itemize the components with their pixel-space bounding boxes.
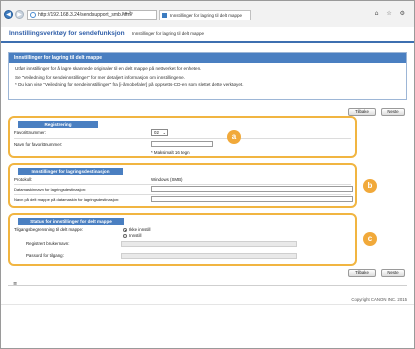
username-label: Registrert brukernavn: <box>26 241 70 246</box>
access-restriction-label: Tilgangsbegrensning til delt mappe: <box>14 227 84 232</box>
favorite-number-select[interactable]: 02 ⌄ <box>151 129 168 136</box>
footer-divider <box>8 285 407 286</box>
favorite-number-value: 02 <box>154 130 159 135</box>
intro-line-3: * Du kan vise "Veiledning for sendeinnst… <box>15 81 244 87</box>
computer-name-label: Datamaskinnavn for lagringsdestinasjon: <box>14 187 87 192</box>
folder-path-label: Navn på delt mappe på datamaskin for lag… <box>14 197 120 202</box>
address-bar: ◀ ▶ http://192.168.3.24/sendsupport_smb.… <box>1 9 414 21</box>
intro-panel: Innstillinger for lagring til delt mappe… <box>8 52 407 100</box>
app-title: Innstillingsverktøy for sendefunksjon <box>9 30 125 37</box>
folder-path-input[interactable] <box>151 196 353 202</box>
page-bottom-edge <box>1 304 414 305</box>
destination-section: Innstillinger for lagringsdestinasjon Pr… <box>8 163 357 208</box>
divider <box>14 184 351 185</box>
protocol-value: Windows (SMB) <box>151 177 183 182</box>
browser-tab[interactable]: Innstillinger for lagring til delt mappe <box>159 10 251 20</box>
page-icon <box>162 13 167 18</box>
radio-not-set[interactable] <box>123 228 127 232</box>
forward-button[interactable]: ▶ <box>15 10 24 19</box>
globe-icon <box>30 12 36 18</box>
arrow-right-icon: ▶ <box>17 11 22 18</box>
url-input[interactable]: http://192.168.3.24/sendsupport_smb.html <box>27 10 157 20</box>
status-title: Status for innstillinger for delt mappe <box>18 218 124 225</box>
refresh-icon[interactable]: ⌕▾ ↻ <box>122 11 133 17</box>
favorite-name-label: Navn for favorittnummer: <box>14 142 63 147</box>
protocol-label: Protokoll: <box>14 177 33 182</box>
username-input[interactable] <box>121 241 297 247</box>
browser-toolbar-icons[interactable]: ⌂ ☆ ⚙ <box>375 10 408 17</box>
favorite-number-label: Favorittnummer: <box>14 130 46 135</box>
next-button-bottom[interactable]: Neste <box>381 269 405 277</box>
back-button-top[interactable]: Tilbake <box>348 108 376 116</box>
radio-not-set-label: Ikke innstill <box>129 226 151 232</box>
badge-b: b <box>363 179 377 193</box>
divider <box>14 138 351 139</box>
max-length-note: * Maksimalt 16 tegn <box>151 150 190 155</box>
back-button-bottom[interactable]: Tilbake <box>348 269 376 277</box>
intro-body: Utfør innstillinger for å lagre skannede… <box>9 63 406 91</box>
back-button[interactable]: ◀ <box>4 10 13 19</box>
radio-set-label: Innstill <box>129 232 142 238</box>
copyright: Copyright CANON INC. 2015 <box>351 297 407 302</box>
destination-title: Innstillinger for lagringsdestinasjon <box>18 168 123 175</box>
password-label: Passord for tilgang: <box>26 253 64 258</box>
favorite-name-input[interactable] <box>151 141 213 147</box>
chevron-down-icon: ⌄ <box>162 130 166 135</box>
badge-c: c <box>363 232 377 246</box>
url-text: http://192.168.3.24/sendsupport_smb.html <box>38 12 132 18</box>
page-label: Innstillinger for lagring til delt mappe <box>132 31 205 36</box>
arrow-left-icon: ◀ <box>6 11 11 18</box>
next-button-top[interactable]: Neste <box>381 108 405 116</box>
intro-title: Innstillinger for lagring til delt mappe <box>9 53 406 63</box>
radio-set[interactable] <box>123 234 127 238</box>
computer-name-input[interactable] <box>151 186 353 192</box>
divider <box>14 194 351 195</box>
app-header: Innstillingsverktøy for sendefunksjon In… <box>1 27 414 43</box>
password-input[interactable] <box>121 253 297 259</box>
registration-title: Registrering <box>18 121 98 128</box>
tab-title: Innstillinger for lagring til delt mappe <box>170 13 243 18</box>
badge-a: a <box>227 130 241 144</box>
status-section: Status for innstillinger for delt mappe … <box>8 213 357 266</box>
registration-section: Registrering Favorittnummer: 02 ⌄ Navn f… <box>8 116 357 158</box>
triangle-up-icon[interactable]: ≡ <box>13 281 17 287</box>
